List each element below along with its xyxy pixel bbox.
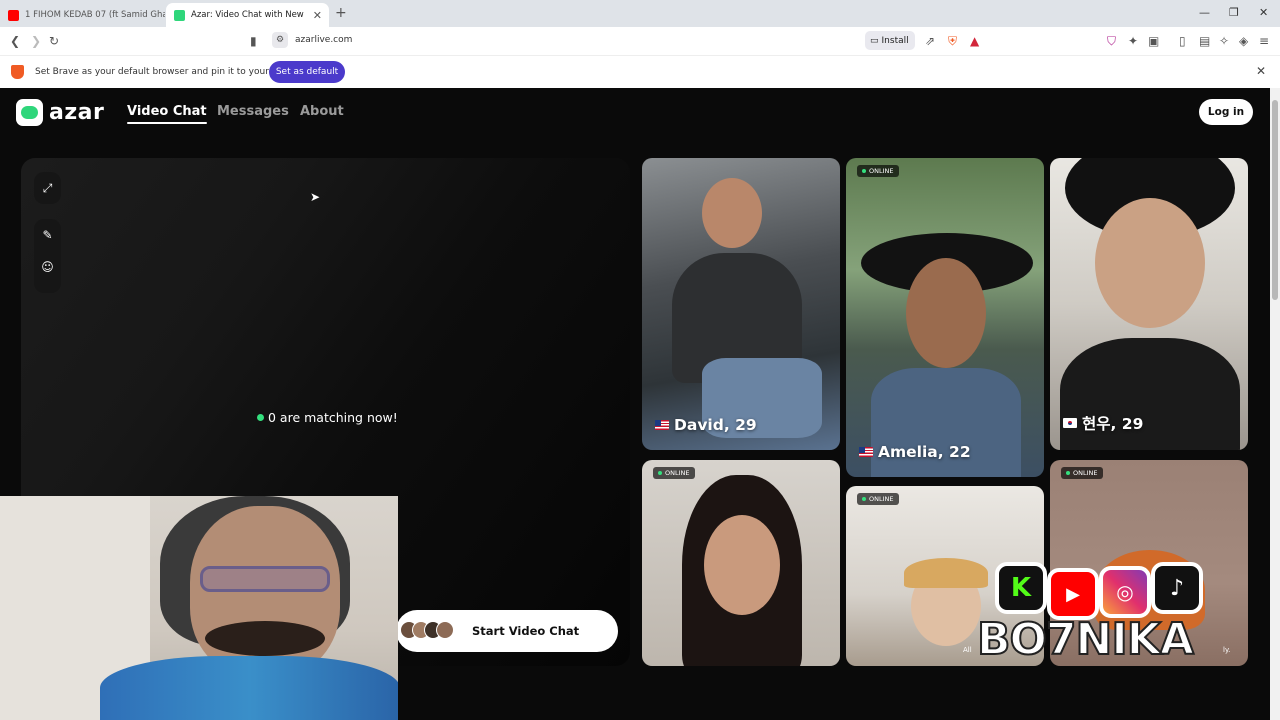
tab-strip: 1 FIHOM KEDAB 07 (ft Samid Ghailan Azar:… bbox=[0, 0, 1280, 27]
side-control-top: ⤢ bbox=[34, 172, 61, 204]
brave-rewards-icon[interactable]: ▲ bbox=[970, 33, 979, 49]
scrollbar-thumb[interactable] bbox=[1272, 100, 1278, 300]
close-window-icon[interactable]: ✕ bbox=[1259, 6, 1268, 19]
profile-name-text: 현우, 29 bbox=[1082, 415, 1144, 433]
default-browser-infobar: Set Brave as your default browser and pi… bbox=[0, 55, 1280, 88]
logo-text: azar bbox=[49, 100, 105, 125]
restore-icon[interactable]: ❐ bbox=[1229, 6, 1239, 19]
start-video-chat-label: Start Video Chat bbox=[472, 624, 580, 638]
avatar-stack bbox=[400, 621, 454, 639]
magic-wand-icon[interactable]: ✎ bbox=[34, 219, 61, 251]
azar-favicon-icon bbox=[174, 9, 185, 21]
profile-card-amelia[interactable]: ONLINE Amelia, 22 bbox=[846, 158, 1044, 477]
sidebar-icon[interactable]: ▯ bbox=[1179, 33, 1186, 49]
azar-logo-icon bbox=[16, 99, 43, 126]
us-flag-icon bbox=[655, 420, 669, 430]
profile-card-4[interactable]: ONLINE bbox=[642, 460, 840, 666]
back-icon[interactable]: ❮ bbox=[10, 33, 20, 49]
reload-icon[interactable]: ↻ bbox=[49, 33, 59, 49]
set-as-default-button[interactable]: Set as default bbox=[269, 61, 345, 83]
address-bar[interactable]: azarlive.com bbox=[295, 35, 352, 45]
card-caption-fragment: All bbox=[963, 646, 972, 654]
install-label: Install bbox=[881, 35, 909, 46]
brave-logo-icon bbox=[11, 65, 24, 79]
wallet-icon[interactable]: ▣ bbox=[1148, 33, 1159, 49]
fullscreen-icon[interactable]: ⤢ bbox=[34, 172, 61, 204]
tab-youtube[interactable]: 1 FIHOM KEDAB 07 (ft Samid Ghailan bbox=[0, 3, 165, 27]
leo-icon[interactable]: ✧ bbox=[1219, 33, 1229, 49]
profile-photo bbox=[904, 558, 988, 588]
kick-icon: K bbox=[995, 562, 1047, 614]
online-label: ONLINE bbox=[665, 469, 690, 477]
new-tab-icon[interactable]: + bbox=[335, 5, 347, 21]
nav-about[interactable]: About bbox=[300, 104, 344, 119]
forward-icon[interactable]: ❯ bbox=[31, 33, 41, 49]
avatar bbox=[436, 621, 454, 639]
tab-title: 1 FIHOM KEDAB 07 (ft Samid Ghailan bbox=[25, 10, 165, 20]
online-badge: ONLINE bbox=[1061, 467, 1103, 479]
online-badge: ONLINE bbox=[857, 493, 899, 505]
close-tab-icon[interactable]: ✕ bbox=[313, 9, 322, 22]
youtube-icon: ▶ bbox=[1047, 568, 1099, 620]
profile-card-david[interactable]: David, 29 bbox=[642, 158, 840, 450]
youtube-favicon-icon bbox=[8, 9, 19, 21]
profile-name: Amelia, 22 bbox=[859, 443, 971, 461]
profile-name: 현우, 29 bbox=[1063, 412, 1143, 434]
minimize-icon[interactable]: — bbox=[1199, 6, 1210, 19]
nav-video-chat[interactable]: Video Chat bbox=[127, 104, 207, 124]
start-video-chat-button[interactable]: Start Video Chat bbox=[396, 610, 618, 652]
install-button[interactable]: ▭ Install bbox=[865, 31, 915, 50]
shield-settings-icon[interactable]: ◈ bbox=[1239, 33, 1248, 49]
menu-icon[interactable]: ≡ bbox=[1259, 33, 1269, 49]
face-filter-icon[interactable]: ☺ bbox=[34, 251, 61, 283]
mustache-shape bbox=[205, 621, 325, 656]
profile-name-text: David, 29 bbox=[674, 416, 757, 434]
profile-photo bbox=[704, 515, 780, 615]
close-infobar-icon[interactable]: ✕ bbox=[1256, 64, 1266, 78]
online-label: ONLINE bbox=[1073, 469, 1098, 477]
page-scrollbar[interactable] bbox=[1270, 88, 1280, 720]
wallet2-icon[interactable]: ▤ bbox=[1199, 33, 1210, 49]
nav-messages[interactable]: Messages bbox=[217, 104, 289, 119]
browser-toolbar: ❮ ❯ ↻ ▮ ⚙ azarlive.com ▭ Install ⇗ ⛨ ▲ ⛉… bbox=[0, 27, 1280, 55]
profile-photo bbox=[906, 258, 986, 368]
infobar-message: Set Brave as your default browser and pi… bbox=[35, 67, 306, 77]
extensions-icon[interactable]: ✦ bbox=[1128, 33, 1138, 49]
matching-status: 0 are matching now! bbox=[257, 410, 398, 425]
online-dot-icon bbox=[257, 414, 264, 421]
profile-photo bbox=[702, 178, 762, 248]
profile-name-text: Amelia, 22 bbox=[878, 443, 971, 461]
login-button[interactable]: Log in bbox=[1199, 99, 1253, 125]
instagram-icon: ◎ bbox=[1099, 566, 1151, 618]
tiktok-icon: ♪ bbox=[1151, 562, 1203, 614]
streamer-webcam-overlay bbox=[0, 496, 398, 720]
watermark-text: BO7NIKA bbox=[976, 613, 1195, 666]
kr-flag-icon bbox=[1063, 418, 1077, 428]
tab-title: Azar: Video Chat with New People bbox=[191, 10, 305, 20]
mouse-cursor-icon: ➤ bbox=[310, 190, 321, 204]
online-badge: ONLINE bbox=[857, 165, 899, 177]
us-flag-icon bbox=[859, 447, 873, 457]
bookmark-icon[interactable]: ▮ bbox=[250, 33, 257, 49]
profile-name: David, 29 bbox=[655, 416, 757, 434]
share-icon[interactable]: ⇗ bbox=[925, 33, 935, 49]
hawaiian-shirt bbox=[100, 656, 398, 720]
card-caption-fragment: ly. bbox=[1223, 646, 1231, 654]
profile-photo bbox=[1095, 198, 1205, 328]
brave-shields-icon[interactable]: ⛨ bbox=[948, 33, 957, 49]
online-label: ONLINE bbox=[869, 167, 894, 175]
online-label: ONLINE bbox=[869, 495, 894, 503]
online-badge: ONLINE bbox=[653, 467, 695, 479]
side-control-effects: ✎ ☺ bbox=[34, 219, 61, 293]
matching-text: 0 are matching now! bbox=[268, 410, 398, 425]
site-settings-icon[interactable]: ⚙ bbox=[272, 32, 288, 48]
vpn-icon[interactable]: ⛉ bbox=[1107, 33, 1116, 49]
tab-azar[interactable]: Azar: Video Chat with New People ✕ bbox=[166, 3, 329, 27]
monitor-icon: ▭ bbox=[870, 35, 879, 46]
profile-card-hyunwoo[interactable]: 현우, 29 bbox=[1050, 158, 1248, 450]
glasses-icon bbox=[200, 566, 330, 592]
azar-logo[interactable]: azar bbox=[16, 99, 104, 126]
